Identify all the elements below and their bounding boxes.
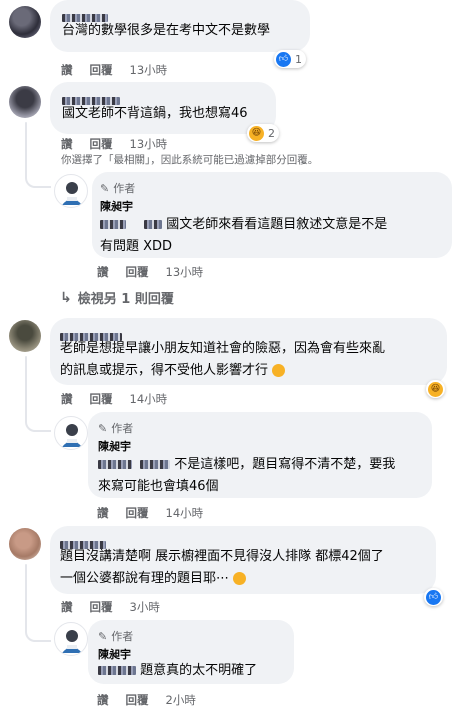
reaction-summary[interactable]: 👍︎ <box>424 588 443 606</box>
reaction-summary[interactable]: 😆︎ 2 <box>247 124 279 142</box>
haha-icon: 😆︎ <box>428 381 443 397</box>
like-button[interactable]: 讚 <box>97 265 109 279</box>
timestamp[interactable]: 3小時 <box>130 600 160 614</box>
mention-redacted[interactable] <box>140 460 171 469</box>
filter-notice: 你選擇了「最相關」，因此系統可能已過濾掉部分回覆。 <box>61 154 319 166</box>
comment-bubble: 老師是想提早讓小朋友知道社會的險惡，因為會有些來亂 的訊息或提示，得不受他人影響… <box>50 318 447 385</box>
pencil-icon: ✎ <box>100 181 110 195</box>
commenter-avatar[interactable] <box>9 528 41 560</box>
unamused-emoji-icon <box>233 572 247 585</box>
commenter-avatar[interactable] <box>9 320 41 352</box>
thread-curve <box>25 626 51 642</box>
thread-line <box>25 356 27 416</box>
comment-text: 老師是想提早讓小朋友知道社會的險惡，因為會有些來亂 的訊息或提示，得不受他人影響… <box>60 338 385 382</box>
author-avatar[interactable] <box>54 174 88 208</box>
author-name[interactable]: 陳昶宇 <box>98 438 131 454</box>
author-badge: ✎ 作者 <box>98 628 133 644</box>
reaction-count: 2 <box>268 126 275 140</box>
reply-button[interactable]: 回覆 <box>126 265 149 279</box>
like-button[interactable]: 讚 <box>97 693 109 707</box>
comment-actions: 讚 回覆 13小時 <box>61 136 180 152</box>
author-badge-label: 作者 <box>111 630 134 643</box>
reply-bubble: ✎ 作者 陳昶宇 題意真的太不明確了 <box>88 620 294 684</box>
author-avatar[interactable] <box>54 622 88 656</box>
comment-text-line: 一個公婆都說有理的題目耶⋯ <box>60 571 230 586</box>
reply-text-line: 不是這樣吧，題目寫得不清不楚，要我 <box>174 457 396 472</box>
reply-actions: 讚 回覆 13小時 <box>97 264 216 280</box>
like-icon: 👍︎ <box>276 51 291 67</box>
comment-bubble: 台灣的數學很多是在考中文不是數學 <box>50 0 310 52</box>
haha-icon: 😆︎ <box>249 125 264 141</box>
timestamp[interactable]: 13小時 <box>166 265 204 279</box>
reply-button[interactable]: 回覆 <box>90 137 113 151</box>
comment-text-line: 老師是想提早讓小朋友知道社會的險惡，因為會有些來亂 <box>60 341 386 356</box>
author-avatar[interactable] <box>54 416 88 450</box>
timestamp[interactable]: 14小時 <box>166 506 204 520</box>
author-name[interactable]: 陳昶宇 <box>100 198 133 214</box>
like-button[interactable]: 讚 <box>97 506 109 520</box>
timestamp[interactable]: 13小時 <box>130 137 168 151</box>
comment-text: 國文老師不背這鍋，我也想寫46 <box>62 106 248 121</box>
reply-bubble: ✎ 作者 陳昶宇 不是這樣吧，題目寫得不清不楚，要我 來寫可能也會填46個 <box>88 412 432 498</box>
mention-redacted[interactable] <box>98 460 132 469</box>
author-badge-label: 作者 <box>113 182 136 195</box>
thread-curve <box>25 414 51 432</box>
comment-text: 題目沒講清楚啊 展示櫥裡面不見得沒人排隊 都標42個了 一個公婆都說有理的題目耶… <box>60 546 384 590</box>
reply-text: 不是這樣吧，題目寫得不清不楚，要我 來寫可能也會填46個 <box>98 454 395 498</box>
author-badge: ✎ 作者 <box>98 420 133 436</box>
mention-redacted[interactable] <box>100 220 126 229</box>
like-button[interactable]: 讚 <box>61 392 73 406</box>
like-button[interactable]: 讚 <box>61 63 73 77</box>
comment-bubble: 國文老師不背這鍋，我也想寫46 <box>50 82 276 134</box>
reply-text: 題意真的太不明確了 <box>98 660 257 682</box>
reply-button[interactable]: 回覆 <box>126 506 149 520</box>
reply-button[interactable]: 回覆 <box>90 63 113 77</box>
reply-button[interactable]: 回覆 <box>126 693 149 707</box>
like-button[interactable]: 讚 <box>61 137 73 151</box>
author-avatar-image <box>62 424 82 447</box>
reply-button[interactable]: 回覆 <box>90 392 113 406</box>
like-icon: 👍︎ <box>426 589 441 605</box>
commenter-avatar[interactable] <box>9 6 41 38</box>
reply-text: 國文老師來看看這題目敘述文意是不是 有問題 XDD <box>100 214 387 258</box>
comment-actions: 讚 回覆 14小時 <box>61 391 180 407</box>
mention-redacted[interactable] <box>98 666 136 675</box>
timestamp[interactable]: 14小時 <box>130 392 168 406</box>
like-button[interactable]: 讚 <box>61 600 73 614</box>
comment-actions: 讚 回覆 13小時 <box>61 62 180 78</box>
comment-actions: 讚 回覆 3小時 <box>61 599 173 615</box>
timestamp[interactable]: 2小時 <box>166 693 196 707</box>
thread-line <box>25 564 27 628</box>
reply-text-line: 有問題 XDD <box>100 239 173 254</box>
reaction-count: 1 <box>295 52 302 66</box>
comment-bubble: 題目沒講清楚啊 展示櫥裡面不見得沒人排隊 都標42個了 一個公婆都說有理的題目耶… <box>50 526 436 594</box>
author-avatar-image <box>62 630 82 653</box>
mention-redacted[interactable] <box>144 220 163 229</box>
timestamp[interactable]: 13小時 <box>130 63 168 77</box>
comment-text-line: 題目沒講清楚啊 展示櫥裡面不見得沒人排隊 都標42個了 <box>60 549 384 564</box>
reply-actions: 讚 回覆 14小時 <box>97 505 216 521</box>
reply-arrow-icon: ↳ <box>60 289 72 306</box>
reply-button[interactable]: 回覆 <box>90 600 113 614</box>
reply-text-line: 國文老師來看看這題目敘述文意是不是 <box>166 217 388 232</box>
author-badge: ✎ 作者 <box>100 180 135 196</box>
thread-line <box>25 122 27 167</box>
reply-text-line: 來寫可能也會填46個 <box>98 479 219 494</box>
comment-text: 台灣的數學很多是在考中文不是數學 <box>62 23 271 38</box>
comment-text-line: 的訊息或提示，得不受他人影響才行 <box>60 363 269 378</box>
commenter-avatar[interactable] <box>9 86 41 118</box>
laughing-emoji-icon <box>272 364 286 377</box>
pencil-icon: ✎ <box>98 421 108 435</box>
author-avatar-image <box>62 182 82 205</box>
reply-text-line: 題意真的太不明確了 <box>140 663 258 678</box>
reply-bubble: ✎ 作者 陳昶宇 國文老師來看看這題目敘述文意是不是 有問題 XDD <box>92 172 452 258</box>
pencil-icon: ✎ <box>98 629 108 643</box>
author-badge-label: 作者 <box>111 422 134 435</box>
view-more-replies[interactable]: ↳ 檢視另 1 則回覆 <box>60 288 174 308</box>
reaction-summary[interactable]: 👍︎ 1 <box>274 50 306 68</box>
reply-actions: 讚 回覆 2小時 <box>97 692 209 708</box>
view-more-label: 檢視另 1 則回覆 <box>77 292 174 307</box>
reaction-summary[interactable]: 😆︎ <box>426 380 445 398</box>
thread-curve <box>25 166 51 188</box>
